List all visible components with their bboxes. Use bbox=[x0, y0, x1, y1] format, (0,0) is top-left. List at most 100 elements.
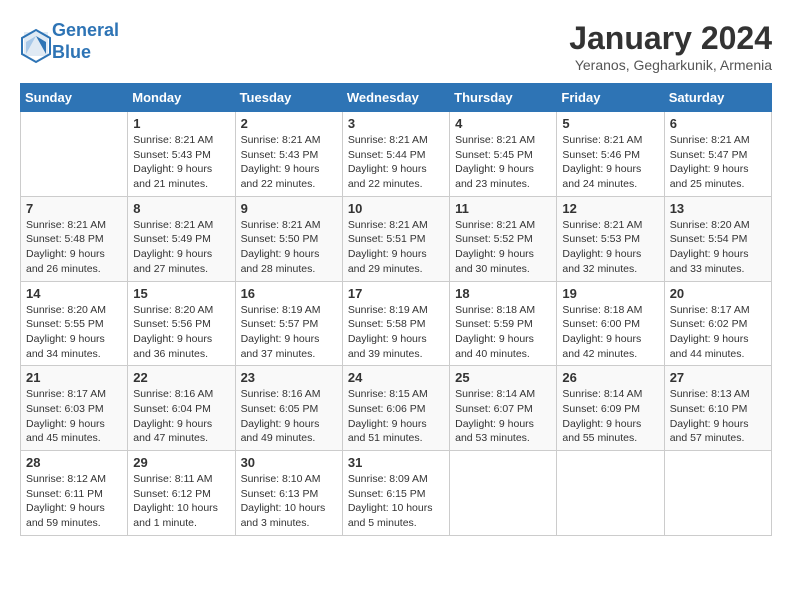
day-cell: 22Sunrise: 8:16 AMSunset: 6:04 PMDayligh… bbox=[128, 366, 235, 451]
day-cell: 10Sunrise: 8:21 AMSunset: 5:51 PMDayligh… bbox=[342, 196, 449, 281]
day-info: Sunrise: 8:21 AMSunset: 5:52 PMDaylight:… bbox=[455, 218, 551, 277]
day-cell: 16 Sunrise: 8:19 AMSunset: 5:57 PMDayligh… bbox=[235, 281, 342, 366]
day-cell bbox=[21, 112, 128, 197]
day-info: Sunrise: 8:15 AMSunset: 6:06 PMDaylight:… bbox=[348, 387, 444, 446]
title-block: January 2024 Yeranos, Gegharkunik, Armen… bbox=[569, 20, 772, 73]
day-info: Sunrise: 8:11 AMSunset: 6:12 PMDaylight:… bbox=[133, 472, 229, 531]
day-info: Sunrise: 8:18 AMSunset: 5:59 PMDaylight:… bbox=[455, 303, 551, 362]
day-info: Sunrise: 8:21 AMSunset: 5:46 PMDaylight:… bbox=[562, 133, 658, 192]
day-cell: 12 Sunrise: 8:21 AMSunset: 5:53 PMDayligh… bbox=[557, 196, 664, 281]
day-cell: 3Sunrise: 8:21 AMSunset: 5:44 PMDaylight… bbox=[342, 112, 449, 197]
day-cell bbox=[664, 451, 771, 536]
day-cell: 6 Sunrise: 8:21 AMSunset: 5:47 PMDaylight… bbox=[664, 112, 771, 197]
day-number: 24 bbox=[348, 370, 444, 385]
day-cell: 2 Sunrise: 8:21 AMSunset: 5:43 PMDaylight… bbox=[235, 112, 342, 197]
day-number: 16 bbox=[241, 286, 337, 301]
day-cell: 31Sunrise: 8:09 AMSunset: 6:15 PMDayligh… bbox=[342, 451, 449, 536]
header-monday: Monday bbox=[128, 84, 235, 112]
day-info: Sunrise: 8:21 AMSunset: 5:53 PMDaylight:… bbox=[562, 218, 658, 277]
day-cell: 21Sunrise: 8:17 AMSunset: 6:03 PMDayligh… bbox=[21, 366, 128, 451]
day-info: Sunrise: 8:21 AMSunset: 5:44 PMDaylight:… bbox=[348, 133, 444, 192]
day-number: 6 bbox=[670, 116, 766, 131]
day-cell: 15 Sunrise: 8:20 AMSunset: 5:56 PMDayligh… bbox=[128, 281, 235, 366]
day-info: Sunrise: 8:12 AMSunset: 6:11 PMDaylight:… bbox=[26, 472, 122, 531]
day-cell: 30 Sunrise: 8:10 AMSunset: 6:13 PMDayligh… bbox=[235, 451, 342, 536]
day-number: 13 bbox=[670, 201, 766, 216]
day-number: 30 bbox=[241, 455, 337, 470]
day-info: Sunrise: 8:21 AMSunset: 5:48 PMDaylight:… bbox=[26, 218, 122, 277]
day-cell: 23 Sunrise: 8:16 AMSunset: 6:05 PMDayligh… bbox=[235, 366, 342, 451]
day-number: 22 bbox=[133, 370, 229, 385]
day-number: 29 bbox=[133, 455, 229, 470]
header-saturday: Saturday bbox=[664, 84, 771, 112]
day-number: 23 bbox=[241, 370, 337, 385]
header-thursday: Thursday bbox=[450, 84, 557, 112]
day-info: Sunrise: 8:21 AMSunset: 5:43 PMDaylight:… bbox=[241, 133, 337, 192]
day-cell: 13Sunrise: 8:20 AMSunset: 5:54 PMDayligh… bbox=[664, 196, 771, 281]
day-cell: 28 Sunrise: 8:12 AMSunset: 6:11 PMDayligh… bbox=[21, 451, 128, 536]
day-number: 20 bbox=[670, 286, 766, 301]
day-cell: 5 Sunrise: 8:21 AMSunset: 5:46 PMDaylight… bbox=[557, 112, 664, 197]
day-info: Sunrise: 8:14 AMSunset: 6:09 PMDaylight:… bbox=[562, 387, 658, 446]
day-info: Sunrise: 8:20 AMSunset: 5:55 PMDaylight:… bbox=[26, 303, 122, 362]
day-cell: 26 Sunrise: 8:14 AMSunset: 6:09 PMDayligh… bbox=[557, 366, 664, 451]
day-number: 25 bbox=[455, 370, 551, 385]
day-info: Sunrise: 8:16 AMSunset: 6:05 PMDaylight:… bbox=[241, 387, 337, 446]
day-info: Sunrise: 8:13 AMSunset: 6:10 PMDaylight:… bbox=[670, 387, 766, 446]
day-number: 14 bbox=[26, 286, 122, 301]
header-sunday: Sunday bbox=[21, 84, 128, 112]
calendar-table: SundayMondayTuesdayWednesdayThursdayFrid… bbox=[20, 83, 772, 536]
day-cell: 9Sunrise: 8:21 AMSunset: 5:50 PMDaylight… bbox=[235, 196, 342, 281]
day-info: Sunrise: 8:14 AMSunset: 6:07 PMDaylight:… bbox=[455, 387, 551, 446]
day-number: 10 bbox=[348, 201, 444, 216]
week-row-1: 1Sunrise: 8:21 AMSunset: 5:43 PMDaylight… bbox=[21, 112, 772, 197]
day-info: Sunrise: 8:19 AMSunset: 5:57 PMDaylight:… bbox=[241, 303, 337, 362]
week-row-4: 21Sunrise: 8:17 AMSunset: 6:03 PMDayligh… bbox=[21, 366, 772, 451]
page-header: General Blue January 2024 Yeranos, Gegha… bbox=[20, 20, 772, 73]
logo-icon bbox=[20, 28, 48, 56]
day-cell: 1Sunrise: 8:21 AMSunset: 5:43 PMDaylight… bbox=[128, 112, 235, 197]
location-title: Yeranos, Gegharkunik, Armenia bbox=[569, 57, 772, 73]
logo: General Blue bbox=[20, 20, 119, 63]
day-number: 11 bbox=[455, 201, 551, 216]
day-number: 21 bbox=[26, 370, 122, 385]
month-title: January 2024 bbox=[569, 20, 772, 57]
day-number: 19 bbox=[562, 286, 658, 301]
header-friday: Friday bbox=[557, 84, 664, 112]
day-cell: 24 Sunrise: 8:15 AMSunset: 6:06 PMDayligh… bbox=[342, 366, 449, 451]
day-number: 8 bbox=[133, 201, 229, 216]
day-info: Sunrise: 8:10 AMSunset: 6:13 PMDaylight:… bbox=[241, 472, 337, 531]
day-cell: 4Sunrise: 8:21 AMSunset: 5:45 PMDaylight… bbox=[450, 112, 557, 197]
day-number: 15 bbox=[133, 286, 229, 301]
day-info: Sunrise: 8:20 AMSunset: 5:56 PMDaylight:… bbox=[133, 303, 229, 362]
day-cell: 29 Sunrise: 8:11 AMSunset: 6:12 PMDayligh… bbox=[128, 451, 235, 536]
day-cell: 7 Sunrise: 8:21 AMSunset: 5:48 PMDaylight… bbox=[21, 196, 128, 281]
header-row: SundayMondayTuesdayWednesdayThursdayFrid… bbox=[21, 84, 772, 112]
day-cell bbox=[450, 451, 557, 536]
day-number: 7 bbox=[26, 201, 122, 216]
day-cell: 11 Sunrise: 8:21 AMSunset: 5:52 PMDayligh… bbox=[450, 196, 557, 281]
day-number: 2 bbox=[241, 116, 337, 131]
day-info: Sunrise: 8:19 AMSunset: 5:58 PMDaylight:… bbox=[348, 303, 444, 362]
day-info: Sunrise: 8:21 AMSunset: 5:47 PMDaylight:… bbox=[670, 133, 766, 192]
week-row-3: 14 Sunrise: 8:20 AMSunset: 5:55 PMDayligh… bbox=[21, 281, 772, 366]
day-number: 5 bbox=[562, 116, 658, 131]
day-number: 18 bbox=[455, 286, 551, 301]
day-info: Sunrise: 8:21 AMSunset: 5:43 PMDaylight:… bbox=[133, 133, 229, 192]
day-number: 27 bbox=[670, 370, 766, 385]
day-info: Sunrise: 8:18 AMSunset: 6:00 PMDaylight:… bbox=[562, 303, 658, 362]
day-cell: 8Sunrise: 8:21 AMSunset: 5:49 PMDaylight… bbox=[128, 196, 235, 281]
header-wednesday: Wednesday bbox=[342, 84, 449, 112]
day-cell bbox=[557, 451, 664, 536]
day-number: 26 bbox=[562, 370, 658, 385]
day-cell: 19 Sunrise: 8:18 AMSunset: 6:00 PMDayligh… bbox=[557, 281, 664, 366]
day-info: Sunrise: 8:17 AMSunset: 6:02 PMDaylight:… bbox=[670, 303, 766, 362]
day-number: 12 bbox=[562, 201, 658, 216]
day-cell: 14 Sunrise: 8:20 AMSunset: 5:55 PMDayligh… bbox=[21, 281, 128, 366]
logo-text: General Blue bbox=[52, 20, 119, 63]
day-info: Sunrise: 8:21 AMSunset: 5:45 PMDaylight:… bbox=[455, 133, 551, 192]
day-cell: 20 Sunrise: 8:17 AMSunset: 6:02 PMDayligh… bbox=[664, 281, 771, 366]
day-info: Sunrise: 8:09 AMSunset: 6:15 PMDaylight:… bbox=[348, 472, 444, 531]
day-number: 28 bbox=[26, 455, 122, 470]
day-number: 9 bbox=[241, 201, 337, 216]
